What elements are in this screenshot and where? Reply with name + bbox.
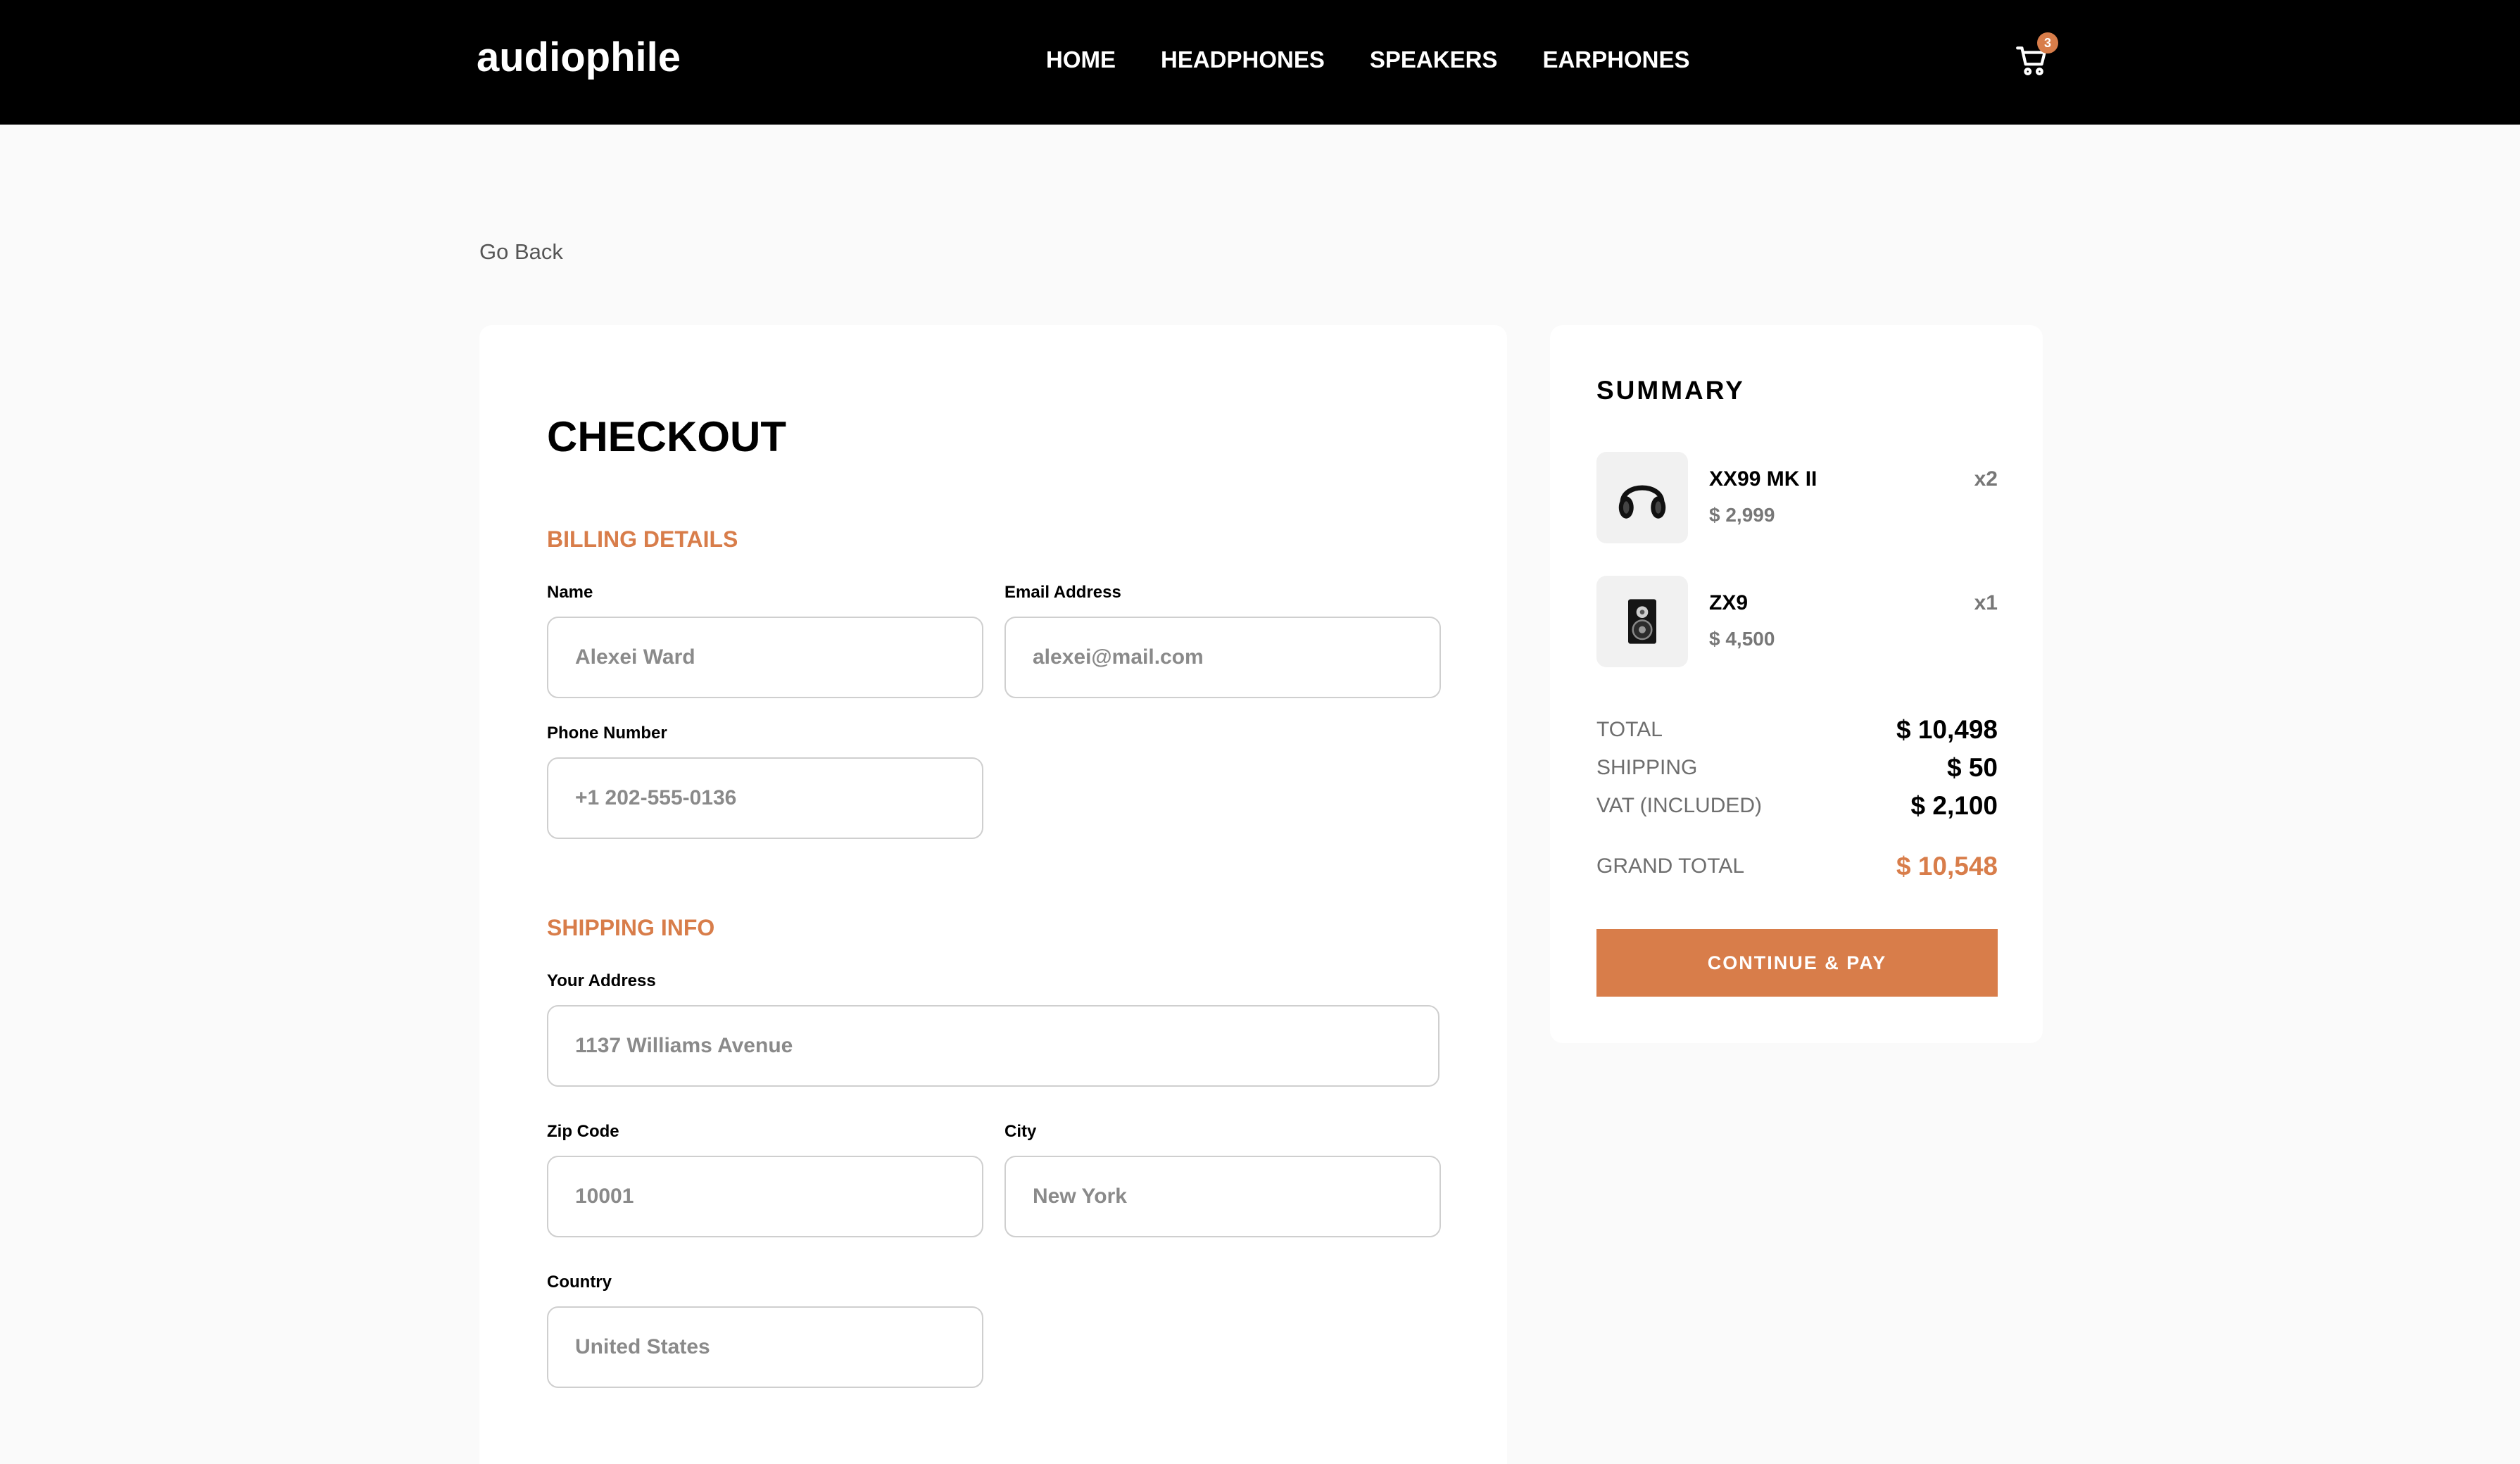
page-title: CHECKOUT bbox=[547, 413, 786, 460]
shipping-row: SHIPPING $ 50 bbox=[1596, 753, 1998, 784]
total-label: TOTAL bbox=[1596, 718, 1663, 741]
zip-code-label: Zip Code bbox=[547, 1122, 619, 1141]
address-label: Your Address bbox=[547, 971, 656, 990]
phone-input[interactable] bbox=[547, 757, 983, 839]
go-back-link[interactable]: Go Back bbox=[479, 239, 563, 265]
city-label: City bbox=[1004, 1122, 1037, 1141]
country-input[interactable] bbox=[547, 1306, 983, 1388]
top-navbar: audiophile HOME HEADPHONES SPEAKERS EARP… bbox=[0, 0, 2520, 125]
summary-title: SUMMARY bbox=[1596, 376, 1745, 405]
logo[interactable]: audiophile bbox=[477, 34, 681, 81]
shipping-value: $ 50 bbox=[1946, 753, 1998, 782]
continue-and-pay-button[interactable]: CONTINUE & PAY bbox=[1596, 929, 1998, 997]
item-name: XX99 MK II bbox=[1709, 467, 1817, 491]
headphones-icon bbox=[1596, 452, 1688, 543]
address-input[interactable] bbox=[547, 1005, 1439, 1087]
billing-details-heading: BILLING DETAILS bbox=[547, 526, 738, 552]
name-input[interactable] bbox=[547, 617, 983, 698]
total-row: TOTAL $ 10,498 bbox=[1596, 715, 1998, 746]
order-summary-card: SUMMARY XX99 MK II $ 2,999 x2 ZX9 $ 4,50… bbox=[1550, 325, 2043, 1043]
item-quantity: x2 bbox=[1974, 467, 1998, 491]
email-input[interactable] bbox=[1004, 617, 1441, 698]
cart-item: XX99 MK II $ 2,999 x2 bbox=[1596, 452, 1998, 543]
shipping-label: SHIPPING bbox=[1596, 756, 1698, 779]
checkout-form-card: CHECKOUT BILLING DETAILS Name Email Addr… bbox=[479, 325, 1507, 1464]
email-label: Email Address bbox=[1004, 583, 1121, 602]
phone-label: Phone Number bbox=[547, 724, 667, 743]
vat-label: VAT (INCLUDED) bbox=[1596, 794, 1763, 817]
shipping-info-heading: SHIPPING INFO bbox=[547, 915, 715, 940]
vat-row: VAT (INCLUDED) $ 2,100 bbox=[1596, 791, 1998, 822]
zip-code-input[interactable] bbox=[547, 1156, 983, 1237]
grand-total-row: GRAND TOTAL $ 10,548 bbox=[1596, 852, 1998, 883]
main-nav: HOME HEADPHONES SPEAKERS EARPHONES bbox=[1046, 46, 1689, 73]
city-input[interactable] bbox=[1004, 1156, 1441, 1237]
cart-item: ZX9 $ 4,500 x1 bbox=[1596, 576, 1998, 667]
nav-link-speakers[interactable]: SPEAKERS bbox=[1370, 46, 1498, 73]
grand-total-label: GRAND TOTAL bbox=[1596, 854, 1745, 878]
country-label: Country bbox=[547, 1273, 612, 1292]
item-name: ZX9 bbox=[1709, 591, 1749, 614]
speaker-icon bbox=[1596, 576, 1688, 667]
item-price: $ 4,500 bbox=[1709, 628, 1775, 650]
item-quantity: x1 bbox=[1974, 591, 1998, 614]
total-value: $ 10,498 bbox=[1896, 715, 1998, 744]
cart-count-badge: 3 bbox=[2037, 32, 2058, 53]
grand-total-value: $ 10,548 bbox=[1896, 852, 1998, 881]
vat-value: $ 2,100 bbox=[1910, 791, 1998, 820]
nav-link-home[interactable]: HOME bbox=[1046, 46, 1116, 73]
name-label: Name bbox=[547, 583, 593, 602]
nav-link-earphones[interactable]: EARPHONES bbox=[1542, 46, 1689, 73]
item-price: $ 2,999 bbox=[1709, 504, 1775, 526]
nav-link-headphones[interactable]: HEADPHONES bbox=[1161, 46, 1325, 73]
